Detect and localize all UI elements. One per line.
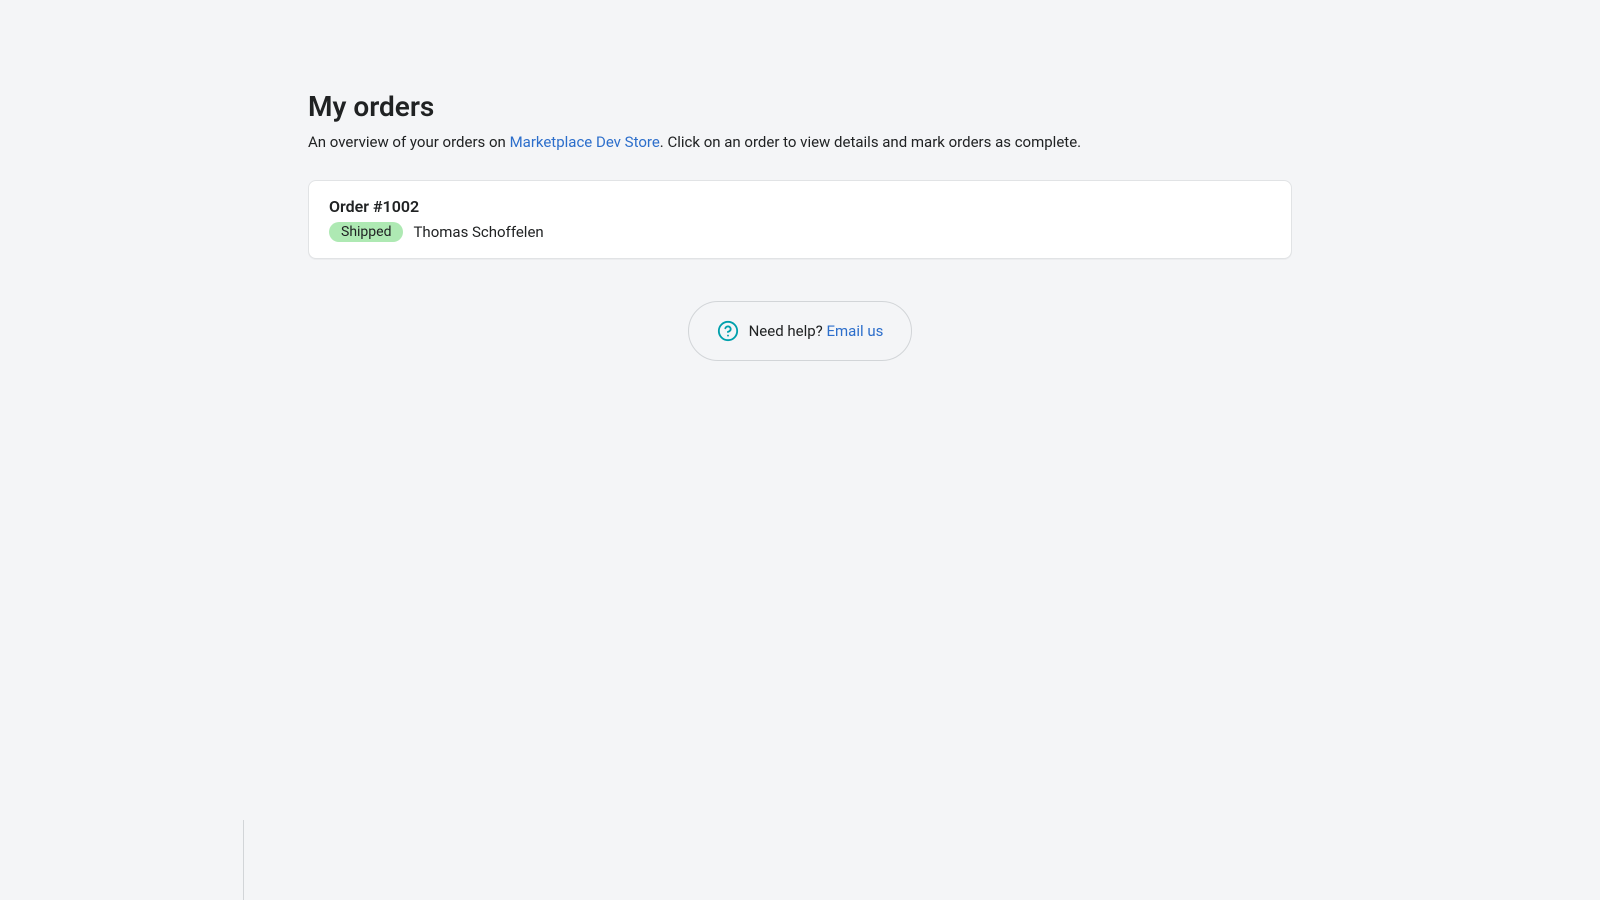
- email-us-link[interactable]: Email us: [827, 322, 884, 340]
- page-subtitle: An overview of your orders on Marketplac…: [308, 131, 1292, 154]
- divider: [243, 820, 244, 900]
- help-box: Need help? Email us: [688, 301, 913, 361]
- store-link[interactable]: Marketplace Dev Store: [510, 133, 660, 151]
- subtitle-prefix: An overview of your orders on: [308, 133, 510, 151]
- subtitle-suffix: . Click on an order to view details and …: [660, 133, 1081, 151]
- order-card[interactable]: Order #1002 Shipped Thomas Schoffelen: [308, 180, 1292, 259]
- help-circle-icon: [717, 320, 739, 342]
- help-prompt: Need help?: [749, 322, 827, 340]
- order-meta: Shipped Thomas Schoffelen: [329, 222, 1271, 242]
- status-badge: Shipped: [329, 222, 403, 242]
- help-text: Need help? Email us: [749, 322, 884, 340]
- page-title: My orders: [308, 90, 1292, 123]
- order-title: Order #1002: [329, 197, 1271, 216]
- customer-name: Thomas Schoffelen: [413, 223, 543, 241]
